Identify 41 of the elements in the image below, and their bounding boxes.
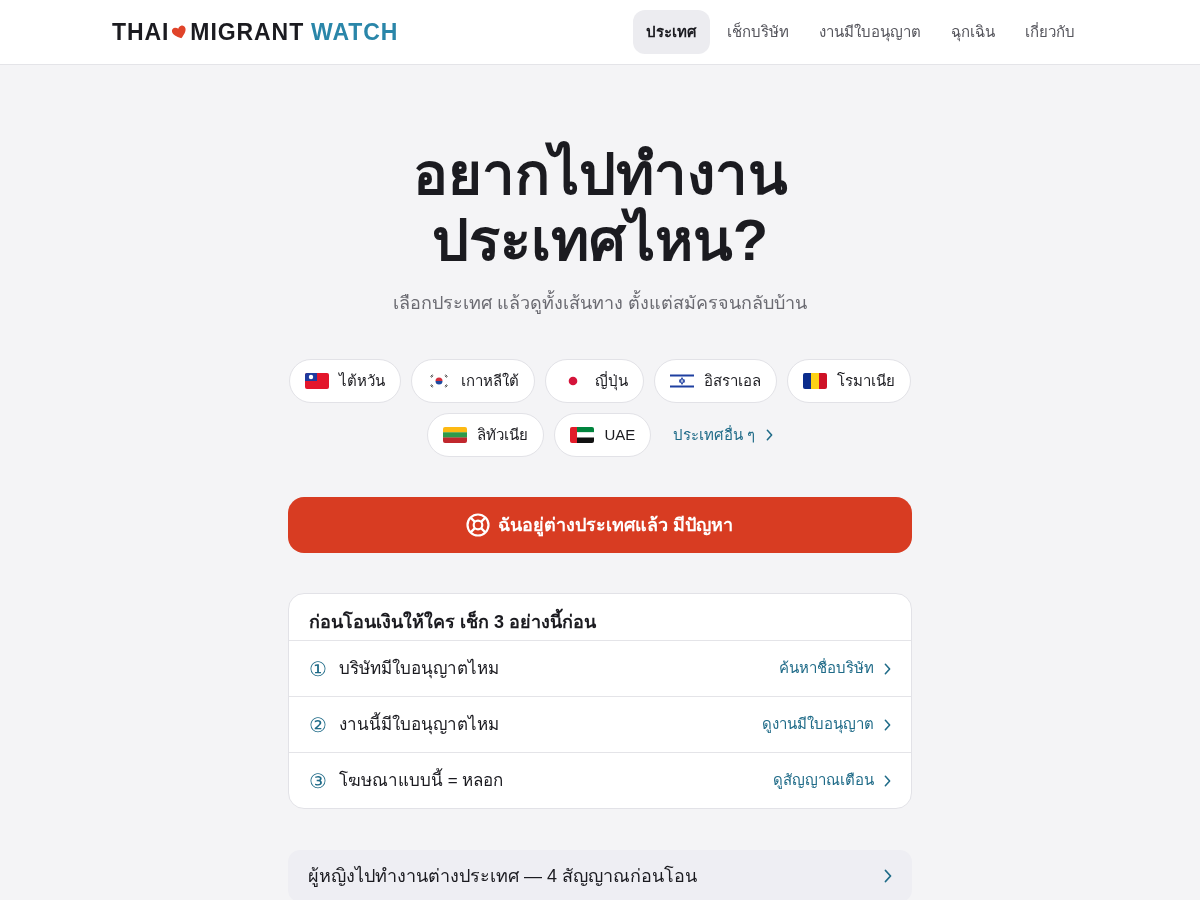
hero-title: อยากไปทำงาน ประเทศไหน? xyxy=(412,141,788,273)
country-chip[interactable]: เกาหลีใต้ xyxy=(411,359,535,403)
check-question: บริษัทมีใบอนุญาตไหม xyxy=(339,657,499,681)
step-number: ② xyxy=(309,712,327,738)
check-question: โฆษณาแบบนี้ = หลอก xyxy=(339,767,504,792)
chevron-right-icon xyxy=(765,429,773,441)
nav-tab[interactable]: ฉุกเฉิน xyxy=(938,10,1008,54)
check-link[interactable]: ดูงานมีใบอนุญาต xyxy=(762,713,891,736)
guide-link[interactable]: ผู้หญิงไปทำงานต่างประเทศ — 4 สัญญาณก่อนโอน xyxy=(288,850,912,900)
nav-tab[interactable]: ประเทศ xyxy=(633,10,710,54)
country-chip[interactable]: ไต้หวัน xyxy=(289,359,401,403)
country-chip[interactable]: โรมาเนีย xyxy=(787,359,911,403)
country-chip[interactable]: ญี่ปุ่น xyxy=(545,359,644,403)
step-number: ③ xyxy=(309,768,327,794)
chevron-right-icon xyxy=(884,774,891,787)
logo-text: MIGRANT xyxy=(190,17,305,47)
logo-text: THAI xyxy=(112,17,170,47)
check-question: งานนี้มีใบอนุญาตไหม xyxy=(339,711,499,737)
nav-tab[interactable]: เช็กบริษัท xyxy=(714,10,802,54)
lifebuoy-icon xyxy=(466,513,491,537)
country-chip[interactable]: อิสราเอล xyxy=(654,359,777,403)
emergency-button[interactable]: ฉันอยู่ต่างประเทศแล้ว มีปัญหา xyxy=(288,497,912,553)
check-link[interactable]: ดูสัญญาณเตือน xyxy=(773,769,891,792)
chevron-right-icon xyxy=(884,662,891,675)
taiwan-flag-icon xyxy=(305,373,329,389)
israel-flag-icon xyxy=(670,373,694,389)
checklist-title: ก่อนโอนเงินให้ใคร เช็ก 3 อย่างนี้ก่อน xyxy=(289,594,911,640)
logo-text: WATCH xyxy=(311,17,399,47)
romania-flag-icon xyxy=(803,373,827,389)
step-number: ① xyxy=(309,656,327,682)
country-chip[interactable]: UAE xyxy=(554,413,652,457)
nav-tab[interactable]: เกี่ยวกับ xyxy=(1012,10,1088,54)
hero-subtitle: เลือกประเทศ แล้วดูทั้งเส้นทาง ตั้งแต่สมัครจนกลับบ้าน xyxy=(393,289,807,317)
check-link[interactable]: ค้นหาชื่อบริษัท xyxy=(779,657,891,680)
uae-flag-icon xyxy=(570,427,595,443)
chevron-right-icon xyxy=(884,718,891,731)
more-countries-link[interactable]: ประเทศอื่น ๆ xyxy=(673,413,773,457)
country-chip[interactable]: ลิทัวเนีย xyxy=(427,413,545,457)
nav-tab[interactable]: งานมีใบอนุญาต xyxy=(806,10,934,54)
chevron-right-icon xyxy=(884,869,892,883)
lithuania-flag-icon xyxy=(443,427,468,443)
